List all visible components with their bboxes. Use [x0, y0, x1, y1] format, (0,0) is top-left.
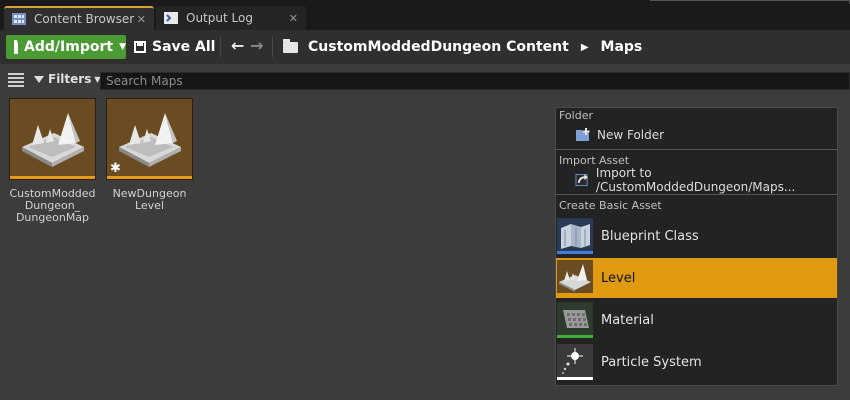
level-map-icon — [119, 113, 181, 167]
level-menu-item[interactable]: Level — [556, 258, 837, 298]
new-folder-menu-item[interactable]: New Folder — [556, 124, 837, 146]
material-icon — [557, 302, 593, 338]
new-folder-icon — [576, 128, 590, 141]
asset-type-bar — [107, 176, 192, 179]
filters-label: Filters — [48, 72, 92, 86]
filters-button[interactable]: Filters ▼ — [34, 72, 101, 86]
particle-system-icon — [557, 344, 593, 380]
toolbar: Add/Import ▼ Save All ← → CustomModdedDu… — [0, 30, 850, 64]
back-arrow-icon[interactable]: ← — [231, 36, 244, 55]
close-icon[interactable]: ✕ — [137, 13, 146, 26]
breadcrumb: CustomModdedDungeon Content ▶ Maps — [283, 35, 642, 59]
breadcrumb-item[interactable]: Maps — [601, 39, 643, 55]
menu-divider — [556, 149, 837, 150]
asset-thumbnail: ✱ — [106, 98, 193, 180]
menu-divider — [556, 194, 837, 195]
import-icon — [575, 173, 589, 187]
tab-label: Output Log — [186, 11, 253, 25]
tab-well-border — [650, 0, 850, 4]
filter-icon — [34, 75, 44, 83]
forward-arrow-icon[interactable]: → — [250, 36, 263, 55]
asset-tile[interactable]: CustomModded Dungeon_ DungeonMap — [9, 98, 96, 224]
import-menu-item[interactable]: Import to /CustomModdedDungeon/Maps... — [556, 166, 837, 194]
asset-tile[interactable]: ✱ NewDungeon Level — [106, 98, 193, 224]
content-browser-icon — [12, 13, 26, 25]
folder-icon — [283, 38, 298, 53]
chevron-down-icon: ▼ — [119, 42, 126, 52]
new-document-icon — [14, 40, 19, 54]
level-icon — [557, 260, 593, 296]
asset-label: NewDungeon Level — [112, 188, 187, 212]
menu-item-label: Material — [601, 312, 654, 328]
particle-system-menu-item[interactable]: Particle System — [556, 342, 837, 382]
menu-section-folder: Folder — [559, 109, 593, 122]
tab-label: Content Browser — [34, 12, 135, 26]
menu-item-label: Particle System — [601, 354, 702, 370]
menu-section-basic-asset: Create Basic Asset — [559, 199, 662, 212]
save-all-label: Save All — [152, 39, 216, 55]
asset-thumbnail — [9, 98, 96, 180]
asset-label: CustomModded Dungeon_ DungeonMap — [9, 188, 96, 224]
material-menu-item[interactable]: Material — [556, 300, 837, 340]
tab-content-browser[interactable]: Content Browser ✕ — [4, 6, 154, 30]
filter-row: Filters ▼ Search Maps — [0, 70, 850, 92]
context-menu: Folder New Folder Import Asset Import to… — [555, 107, 838, 386]
menu-item-label: Blueprint Class — [601, 228, 699, 244]
output-log-icon — [164, 12, 178, 24]
toolbar-divider — [220, 37, 221, 57]
level-map-icon — [22, 113, 84, 167]
menu-item-label: New Folder — [597, 128, 665, 142]
asset-type-bar — [10, 176, 95, 179]
blueprint-class-menu-item[interactable]: Blueprint Class — [556, 216, 837, 256]
unsaved-asterisk-icon: ✱ — [110, 161, 121, 176]
menu-item-label: Import to /CustomModdedDungeon/Maps... — [595, 166, 796, 194]
breadcrumb-item[interactable]: CustomModdedDungeon Content — [308, 39, 569, 55]
view-options-icon[interactable] — [8, 73, 24, 87]
tab-output-log[interactable]: Output Log ✕ — [156, 6, 306, 30]
save-icon — [134, 41, 146, 53]
search-input[interactable]: Search Maps — [100, 72, 850, 90]
chevron-right-icon[interactable]: ▶ — [581, 42, 589, 53]
tab-bar: Content Browser ✕ Output Log ✕ — [0, 0, 850, 30]
add-import-button[interactable]: Add/Import ▼ — [6, 35, 126, 59]
menu-item-label: Level — [601, 270, 636, 286]
save-all-button[interactable]: Save All — [134, 35, 215, 59]
toolbar-divider — [272, 37, 273, 57]
blueprint-class-icon — [557, 218, 593, 254]
add-import-label: Add/Import — [24, 39, 114, 55]
close-icon[interactable]: ✕ — [289, 12, 298, 25]
